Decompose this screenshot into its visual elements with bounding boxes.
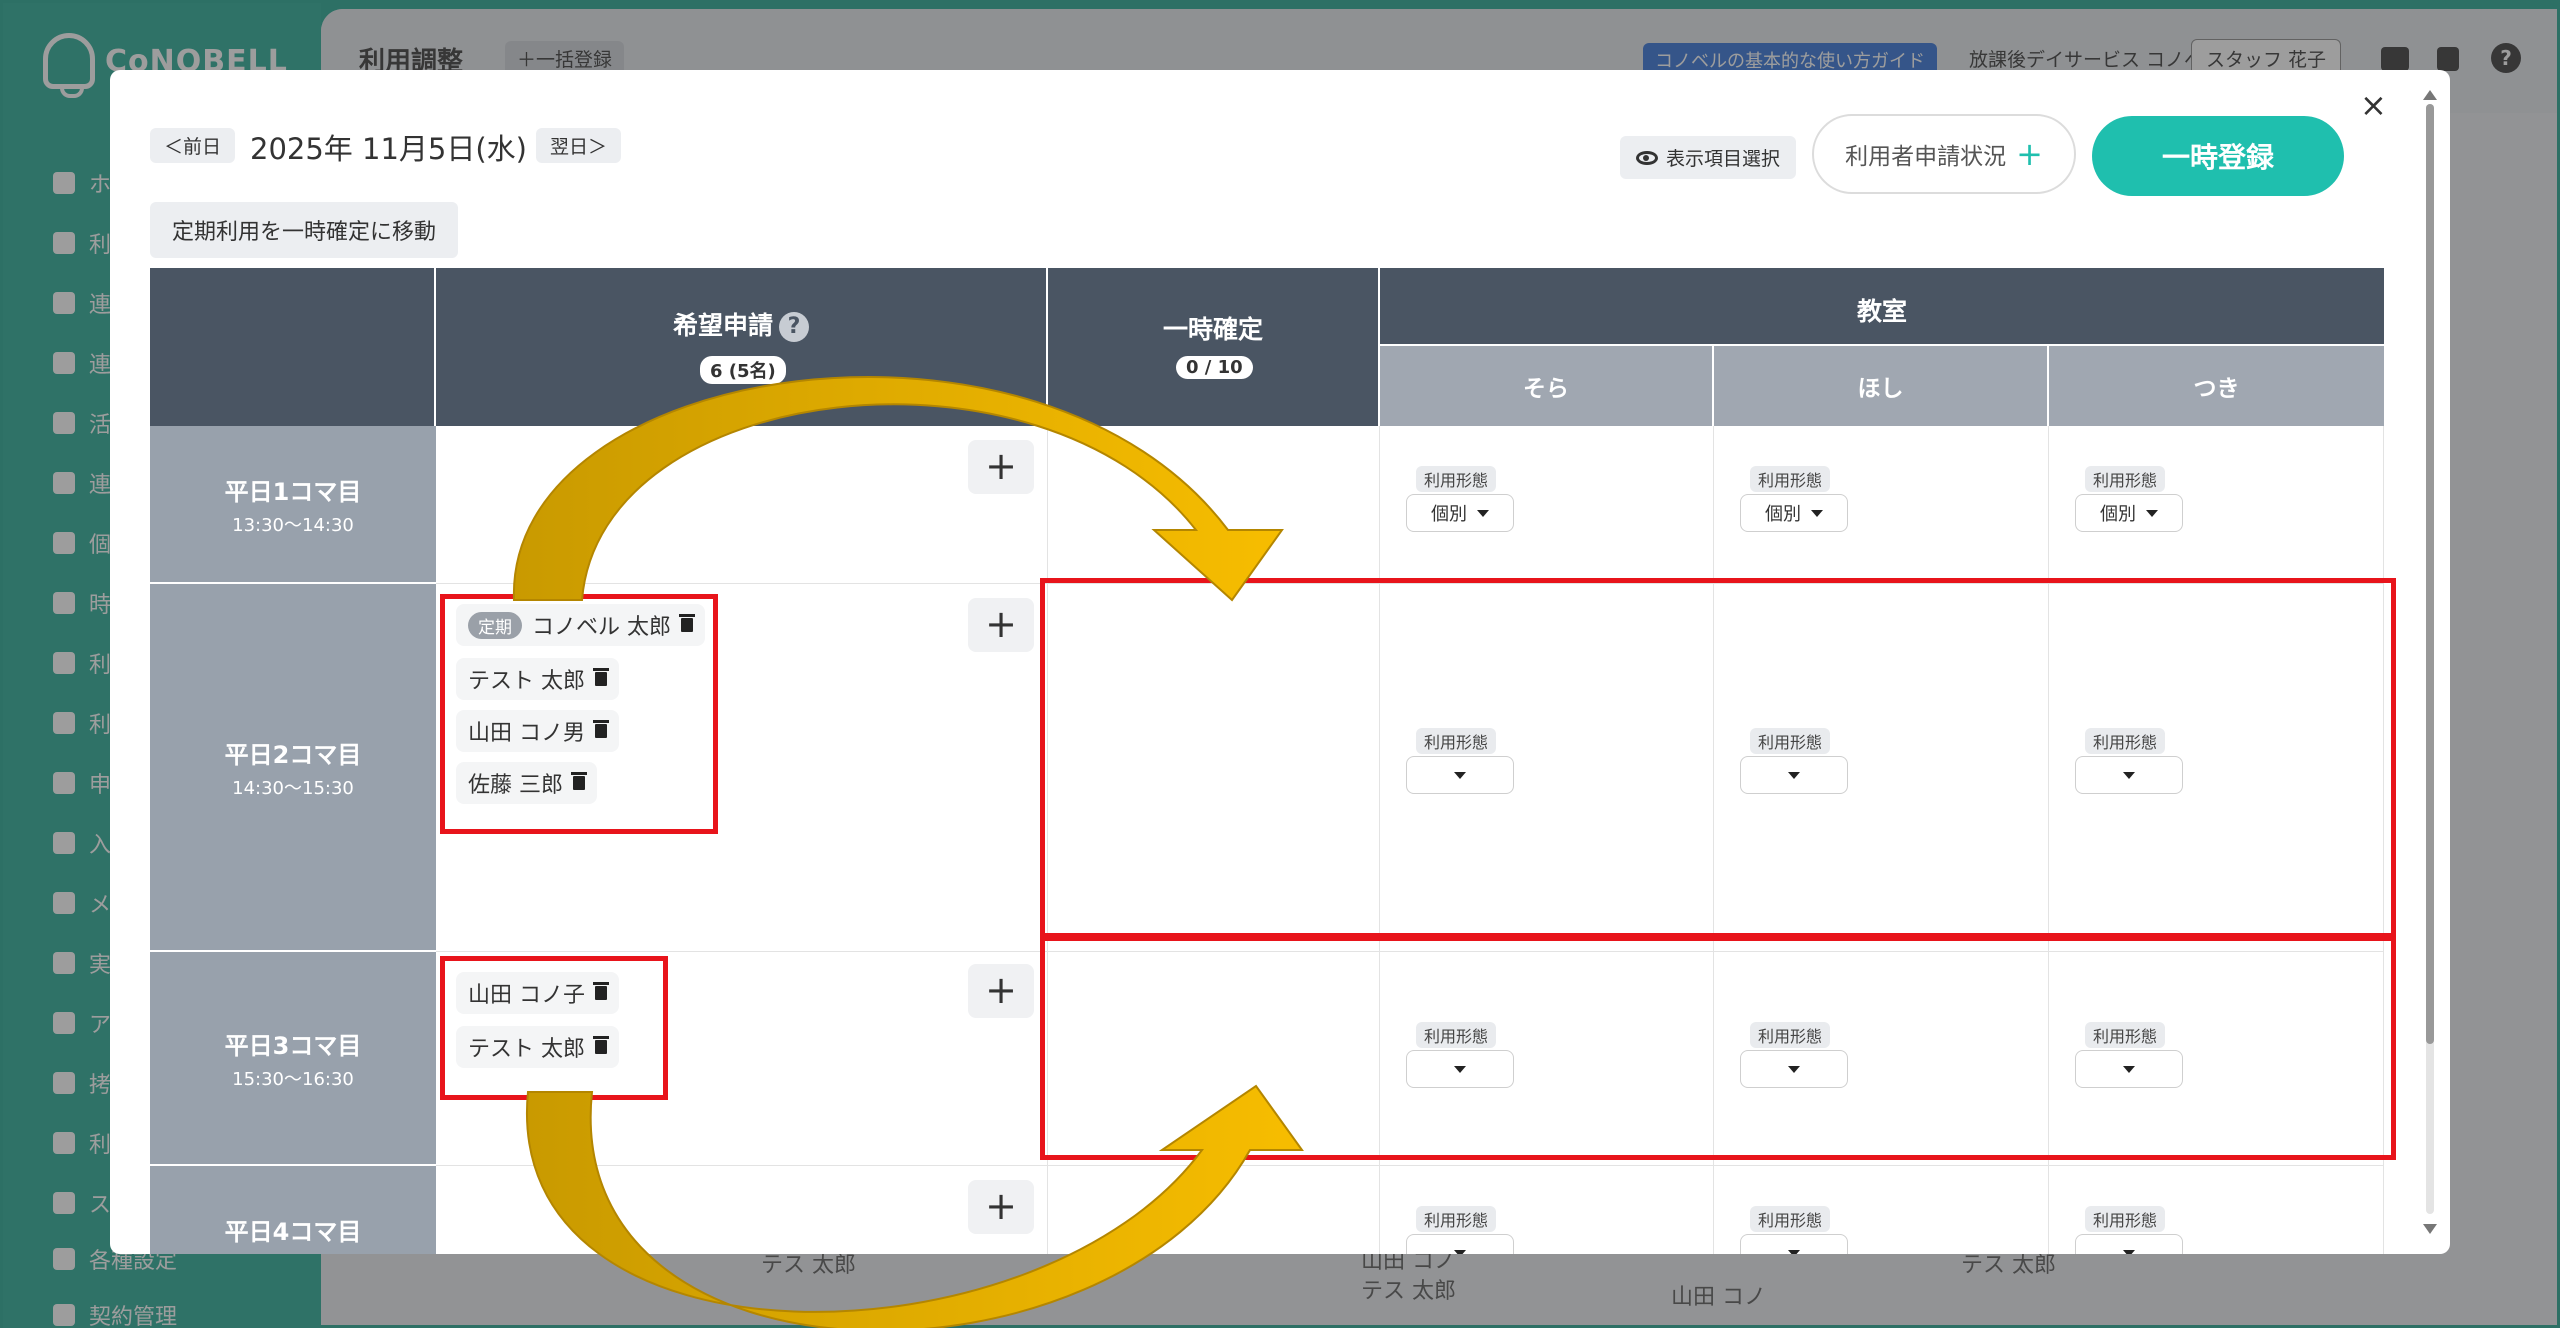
temp-cell[interactable] bbox=[1048, 1166, 1380, 1254]
slot-name: 平日2コマ目 bbox=[224, 740, 362, 769]
request-cell: + bbox=[436, 1166, 1048, 1254]
slot-name: 平日4コマ目 bbox=[224, 1218, 362, 1246]
help-icon[interactable]: ? bbox=[779, 312, 809, 342]
slot-name: 平日1コマ目 bbox=[224, 477, 362, 506]
usage-type-label: 利用形態 bbox=[1750, 466, 1831, 492]
request-cell: + bbox=[436, 426, 1048, 584]
caret-down-icon bbox=[1811, 509, 1823, 517]
usage-type-value: 個別 bbox=[2100, 504, 2136, 525]
next-day-button[interactable]: 翌日＞ bbox=[536, 128, 622, 163]
room-header-tsuki: つき bbox=[2049, 346, 2384, 426]
usage-type-label: 利用形態 bbox=[1750, 1206, 1831, 1232]
request-header-label: 希望申請 bbox=[672, 311, 773, 340]
corner-header bbox=[150, 268, 436, 426]
room-cell: 利用形態 bbox=[1380, 1166, 1714, 1254]
slot-row-header: 平日4コマ目 bbox=[150, 1166, 436, 1254]
room-cell: 利用形態 bbox=[1714, 1166, 2049, 1254]
caret-down-icon bbox=[1454, 1249, 1466, 1254]
add-request-button[interactable]: + bbox=[968, 964, 1034, 1018]
close-icon[interactable]: × bbox=[2360, 86, 2387, 124]
usage-type-control: 利用形態 個別 bbox=[1406, 466, 1526, 532]
column-select-label: 表示項目選択 bbox=[1666, 148, 1781, 170]
slot-time: 15:30～16:30 bbox=[232, 1068, 354, 1090]
room-header: 教室 bbox=[1380, 268, 2384, 346]
room-header-sora: そら bbox=[1380, 346, 1714, 426]
add-request-button[interactable]: + bbox=[968, 1180, 1034, 1234]
scroll-thumb[interactable] bbox=[2426, 104, 2434, 1044]
room-header-hoshi: ほし bbox=[1714, 346, 2049, 426]
slot-name: 平日3コマ目 bbox=[224, 1031, 362, 1060]
slot-time: 14:30～15:30 bbox=[232, 777, 354, 799]
room-cell: 利用形態 bbox=[2049, 1166, 2384, 1254]
slot-row-header: 平日2コマ目 14:30～15:30 bbox=[150, 584, 436, 952]
usage-type-select[interactable] bbox=[2075, 1234, 2183, 1254]
caret-down-icon bbox=[2146, 509, 2158, 517]
usage-type-value: 個別 bbox=[1431, 504, 1467, 525]
scroll-up-icon[interactable] bbox=[2423, 90, 2437, 100]
caret-down-icon bbox=[1477, 509, 1489, 517]
scroll-down-icon[interactable] bbox=[2423, 1224, 2437, 1234]
slot-row-header: 平日3コマ目 15:30～16:30 bbox=[150, 952, 436, 1166]
temp-header-label: 一時確定 bbox=[1162, 315, 1263, 344]
usage-type-control: 利用形態 個別 bbox=[2075, 466, 2195, 532]
slot-row-header: 平日1コマ目 13:30～14:30 bbox=[150, 426, 436, 584]
modal-scrollbar[interactable] bbox=[2422, 90, 2437, 1240]
temp-cell[interactable] bbox=[1048, 426, 1380, 584]
usage-type-value: 個別 bbox=[1765, 504, 1801, 525]
temp-header: 一時確定 0 / 10 bbox=[1048, 268, 1380, 426]
add-request-button[interactable]: + bbox=[968, 598, 1034, 652]
caret-down-icon bbox=[1788, 1249, 1800, 1254]
temp-count-badge: 0 / 10 bbox=[1176, 356, 1253, 379]
highlight-box-slot2-requests bbox=[440, 594, 718, 834]
eye-icon bbox=[1636, 150, 1658, 165]
highlight-box-slot3-target bbox=[1040, 936, 2396, 1160]
plus-icon: + bbox=[2016, 135, 2043, 173]
column-select-button[interactable]: 表示項目選択 bbox=[1620, 136, 1797, 179]
applicant-status-label: 利用者申請状況 bbox=[1845, 144, 2007, 170]
caret-down-icon bbox=[2123, 1249, 2135, 1254]
usage-type-control: 利用形態 bbox=[1406, 1206, 1526, 1254]
usage-type-select[interactable]: 個別 bbox=[2075, 494, 2183, 532]
usage-type-control: 利用形態 bbox=[2075, 1206, 2195, 1254]
usage-type-label: 利用形態 bbox=[2085, 1206, 2166, 1232]
temp-register-button[interactable]: 一時登録 bbox=[2092, 116, 2344, 196]
highlight-box-slot3-requests bbox=[440, 956, 668, 1100]
request-count-badge: 6 (5名) bbox=[700, 356, 786, 384]
highlight-box-slot2-target bbox=[1040, 578, 2396, 938]
room-cell: 利用形態 個別 bbox=[1380, 426, 1714, 584]
current-date: 2025年 11月5日(水) bbox=[250, 132, 528, 166]
usage-type-select[interactable] bbox=[1406, 1234, 1514, 1254]
prev-day-button[interactable]: ＜前日 bbox=[150, 128, 236, 163]
add-request-button[interactable]: + bbox=[968, 440, 1034, 494]
usage-type-select[interactable]: 個別 bbox=[1740, 494, 1848, 532]
usage-type-label: 利用形態 bbox=[2085, 466, 2166, 492]
request-header: 希望申請? 6 (5名) bbox=[436, 268, 1048, 426]
applicant-status-button[interactable]: 利用者申請状況 + bbox=[1812, 114, 2076, 194]
move-regular-button[interactable]: 定期利用を一時確定に移動 bbox=[150, 202, 459, 258]
usage-type-label: 利用形態 bbox=[1416, 466, 1497, 492]
usage-type-select[interactable]: 個別 bbox=[1406, 494, 1514, 532]
room-cell: 利用形態 個別 bbox=[2049, 426, 2384, 584]
usage-type-select[interactable] bbox=[1740, 1234, 1848, 1254]
usage-type-control: 利用形態 bbox=[1740, 1206, 1860, 1254]
usage-type-control: 利用形態 個別 bbox=[1740, 466, 1860, 532]
room-cell: 利用形態 個別 bbox=[1714, 426, 2049, 584]
usage-type-label: 利用形態 bbox=[1416, 1206, 1497, 1232]
room-header-label: 教室 bbox=[1856, 297, 1907, 326]
slot-time: 13:30～14:30 bbox=[232, 514, 354, 536]
